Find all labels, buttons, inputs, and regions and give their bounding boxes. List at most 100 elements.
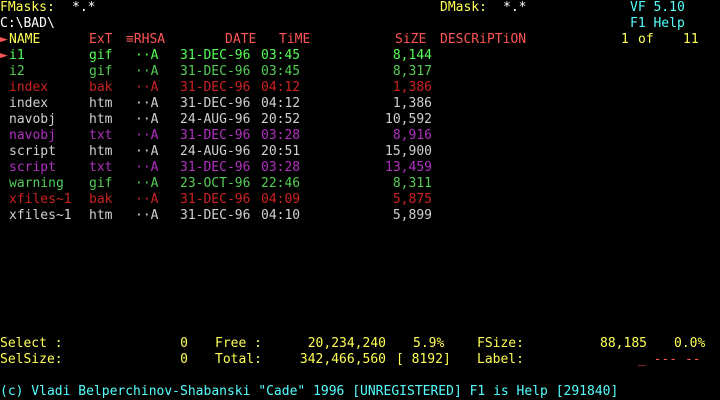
file-name: warning: [9, 176, 64, 191]
file-row[interactable]: navobj htm ··A 24-AUG-96 20:52 10,592: [0, 112, 720, 128]
total-label: Total:: [215, 352, 262, 367]
file-size: 8,916: [392, 128, 432, 143]
file-name: i1: [9, 48, 25, 63]
col-time-header[interactable]: TiME: [279, 32, 310, 48]
file-name: xfiles~1: [9, 208, 72, 223]
file-attr: ··A: [135, 128, 159, 143]
file-name: script: [9, 160, 56, 175]
file-ext: txt: [89, 160, 113, 175]
file-time: 03:28: [261, 160, 301, 175]
file-row[interactable]: index bak ··A 31-DEC-96 04:12 1,386: [0, 80, 720, 96]
file-name: xfiles~1: [9, 192, 72, 207]
file-name: i2: [9, 64, 25, 79]
file-row[interactable]: warning gif ··A 23-OCT-96 22:46 8,311: [0, 176, 720, 192]
file-date: 31-DEC-96: [180, 96, 251, 111]
file-ext: txt: [89, 128, 113, 143]
selsize-value: 0: [180, 352, 188, 367]
file-name: navobj: [9, 128, 56, 143]
file-size: 13,459: [385, 160, 432, 175]
file-name: index: [9, 96, 49, 111]
file-time: 04:12: [261, 80, 301, 95]
col-size-header[interactable]: SiZE: [395, 32, 426, 48]
fmasks-value[interactable]: *.*: [72, 0, 95, 16]
file-date: 31-DEC-96: [180, 64, 251, 79]
file-ext: htm: [89, 96, 113, 111]
col-desc-header[interactable]: DESCRiPTiON: [440, 32, 526, 48]
file-name: script: [9, 144, 56, 159]
selsize-label: SelSize:: [0, 352, 63, 367]
file-time: 04:12: [261, 96, 301, 111]
file-date: 24-AUG-96: [180, 144, 251, 159]
current-path: C:\BAD\: [0, 16, 55, 31]
file-row[interactable]: xfiles~1 bak ··A 31-DEC-96 04:09 5,875: [0, 192, 720, 208]
col-date-header[interactable]: DATE: [225, 32, 256, 48]
cursor-arrow-icon: ►: [0, 32, 8, 47]
col-attr-header[interactable]: ≡RHSA: [126, 32, 165, 48]
file-date: 31-DEC-96: [180, 48, 251, 63]
file-attr: ··A: [135, 64, 159, 79]
cluster-size: [ 8192]: [396, 352, 451, 367]
file-date: 31-DEC-96: [180, 160, 251, 175]
select-value: 0: [180, 336, 188, 351]
file-size: 1,386: [392, 96, 432, 111]
file-size: 5,875: [392, 192, 432, 207]
file-row[interactable]: script htm ··A 24-AUG-96 20:51 15,900: [0, 144, 720, 160]
select-label: Select :: [0, 336, 63, 351]
file-attr: ··A: [135, 208, 159, 223]
dmask-value[interactable]: *.*: [503, 0, 526, 16]
file-attr: ··A: [135, 144, 159, 159]
version-label: VF 5.10: [630, 0, 685, 15]
file-attr: ··A: [135, 80, 159, 95]
file-size: 8,311: [392, 176, 432, 191]
file-time: 03:45: [261, 48, 301, 63]
file-ext: htm: [89, 144, 113, 159]
file-size: 15,900: [385, 144, 432, 159]
col-name-header[interactable]: NAME: [9, 32, 40, 48]
file-date: 23-OCT-96: [180, 176, 251, 191]
file-ext: bak: [89, 192, 113, 207]
free-value: 20,234,240: [307, 336, 386, 351]
file-ext: gif: [89, 48, 113, 63]
file-row[interactable]: navobj txt ··A 31-DEC-96 03:28 8,916: [0, 128, 720, 144]
fsize-value: 88,185: [600, 336, 647, 351]
file-row[interactable]: i2 gif ··A 31-DEC-96 03:45 8,317: [0, 64, 720, 80]
file-time: 04:10: [261, 208, 301, 223]
volume-label-label: Label:: [477, 352, 524, 367]
file-date: 31-DEC-96: [180, 208, 251, 223]
file-date: 31-DEC-96: [180, 80, 251, 95]
file-row[interactable]: script txt ··A 31-DEC-96 03:28 13,459: [0, 160, 720, 176]
file-ext: htm: [89, 208, 113, 223]
file-ext: gif: [89, 176, 113, 191]
file-time: 22:46: [261, 176, 301, 191]
fsize-percent: 0.0%: [674, 336, 706, 351]
file-size: 1,386: [392, 80, 432, 95]
fmasks-label: FMasks:: [0, 0, 55, 15]
file-ext: gif: [89, 64, 113, 79]
file-time: 03:45: [261, 64, 301, 79]
file-attr: ··A: [135, 48, 159, 63]
file-date: 31-DEC-96: [180, 128, 251, 143]
file-row[interactable]: ► i1 gif ··A 31-DEC-96 03:45 8,144: [0, 48, 720, 64]
help-hint[interactable]: F1 Help: [630, 16, 685, 32]
file-attr: ··A: [135, 176, 159, 191]
file-date: 24-AUG-96: [180, 112, 251, 127]
dmask-label: DMask:: [440, 0, 487, 15]
file-row[interactable]: index htm ··A 31-DEC-96 04:12 1,386: [0, 96, 720, 112]
free-label: Free :: [215, 336, 262, 351]
file-row[interactable]: xfiles~1 htm ··A 31-DEC-96 04:10 5,899: [0, 208, 720, 224]
page-of-label: of: [638, 32, 654, 47]
file-time: 04:09: [261, 192, 301, 207]
total-value: 342,466,560: [299, 352, 386, 367]
file-ext: bak: [89, 80, 113, 95]
volume-label-value[interactable]: _ --- --: [638, 352, 701, 368]
file-name: index: [9, 80, 49, 95]
footer-credit: (c) Vladi Belperchinov-Shabanski "Cade" …: [0, 384, 619, 399]
file-attr: ··A: [135, 112, 159, 127]
free-percent: 5.9%: [413, 336, 445, 351]
file-time: 20:51: [261, 144, 301, 159]
file-attr: ··A: [135, 192, 159, 207]
file-size: 5,899: [392, 208, 432, 223]
file-attr: ··A: [135, 160, 159, 175]
col-ext-header[interactable]: ExT: [89, 32, 112, 48]
file-size: 10,592: [385, 112, 432, 127]
